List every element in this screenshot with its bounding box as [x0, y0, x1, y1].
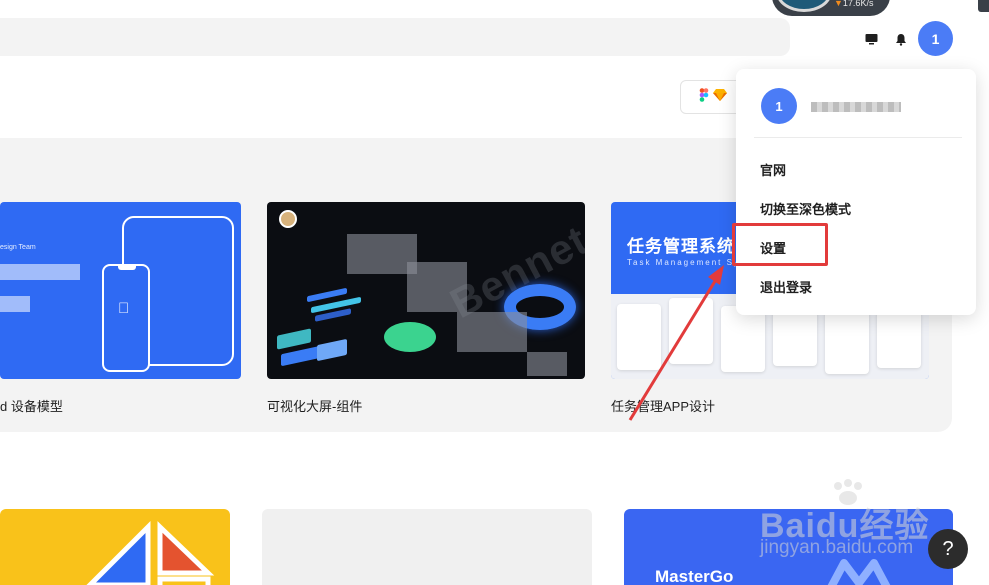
edge-widget — [978, 0, 989, 12]
blurred-subtitle — [0, 296, 30, 312]
upload-speed: ▼17.6K/s — [834, 0, 874, 8]
chart-block — [281, 345, 321, 367]
green-orb — [384, 322, 436, 352]
user-dropdown-menu: 1 官网 切换至深色模式 设置 退出登录 — [736, 69, 976, 315]
blurred-title — [0, 264, 80, 280]
annotation-highlight-box — [732, 223, 828, 266]
file-card-device-model[interactable]: esign Team  — [0, 202, 241, 379]
mastergo-logo-icon — [827, 559, 891, 585]
blurred-username — [811, 102, 901, 112]
menu-item-website[interactable]: 官网 — [760, 160, 786, 179]
chart-block — [317, 338, 347, 362]
author-logo-icon — [279, 210, 297, 228]
paw-logo-icon — [834, 479, 862, 505]
mosaic-blur — [407, 262, 467, 312]
phone-illustration:  — [102, 264, 150, 372]
file-card-yellow[interactable] — [0, 509, 230, 585]
sketch-icon — [713, 88, 727, 106]
apple-icon:  — [118, 300, 129, 317]
help-button[interactable]: ? — [928, 529, 968, 569]
menu-divider — [754, 137, 962, 138]
app-screen — [825, 308, 869, 374]
design-team-label: esign Team — [0, 244, 36, 251]
menu-item-dark-mode[interactable]: 切换至深色模式 — [760, 199, 851, 218]
shapes-illustration — [86, 520, 215, 585]
annotation-arrow — [628, 265, 724, 421]
user-avatar-button[interactable]: 1 — [918, 21, 953, 56]
mastergo-label: MasterGo — [655, 567, 734, 585]
mosaic-blur — [527, 352, 567, 376]
monitor-icon[interactable] — [864, 32, 878, 46]
network-gauge — [776, 0, 832, 12]
file-title[interactable]: d 设备模型 — [0, 396, 63, 415]
figma-icon — [699, 87, 709, 107]
file-card-mastergo[interactable]: MasterGo — [624, 509, 953, 585]
upload-arrow-icon: ▼ — [834, 0, 843, 8]
chart-block — [277, 328, 311, 350]
phone-notch — [118, 265, 136, 270]
bell-icon[interactable] — [894, 32, 908, 46]
file-card-blank[interactable] — [262, 509, 592, 585]
task-art-title: 任务管理系统 — [627, 237, 735, 256]
file-title[interactable]: 可视化大屏-组件 — [267, 396, 362, 415]
network-speed-widget: ▼17.6K/s — [772, 0, 890, 16]
menu-item-logout[interactable]: 退出登录 — [760, 277, 812, 296]
mosaic-blur — [457, 312, 527, 352]
file-card-dashboard[interactable]: Bennet — [267, 202, 585, 379]
search-bar[interactable] — [0, 18, 790, 56]
menu-avatar: 1 — [761, 88, 797, 124]
